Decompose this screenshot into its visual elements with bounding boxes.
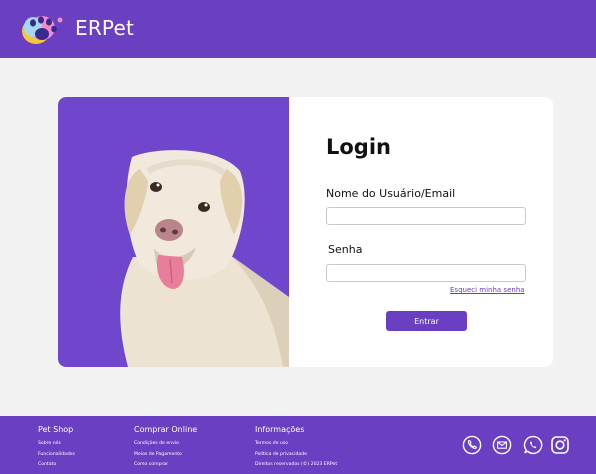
username-label: Nome do Usuário/Email xyxy=(326,187,456,200)
footer-copyright: Direitos reservados (©) 2023 ERPet xyxy=(255,462,338,467)
forgot-password-link[interactable]: Esqueci minha senha xyxy=(450,286,525,294)
footer: Pet Shop Sobre nós Funcionalidades Conta… xyxy=(0,416,596,474)
footer-link-terms[interactable]: Termos de uso xyxy=(255,439,337,450)
footer-column-title: Comprar Online xyxy=(134,425,198,434)
login-title: Login xyxy=(326,135,391,159)
paw-logo-icon[interactable] xyxy=(20,10,64,48)
email-icon[interactable] xyxy=(492,435,512,455)
login-card: Login Nome do Usuário/Email Senha Esquec… xyxy=(58,97,553,367)
footer-link-how-to-buy[interactable]: Como comprar xyxy=(134,460,197,471)
footer-column-title: Pet Shop xyxy=(38,425,74,434)
footer-link-privacy[interactable]: Política de privacidade xyxy=(255,450,337,461)
footer-link-features[interactable]: Funcionalidades xyxy=(38,450,75,461)
footer-link-about[interactable]: Sobre nós xyxy=(38,439,75,450)
whatsapp-icon[interactable] xyxy=(523,435,543,455)
footer-link-payment[interactable]: Meios de Pagamento xyxy=(134,450,197,461)
footer-link-shipping[interactable]: Condições de envio xyxy=(134,439,197,450)
password-input[interactable] xyxy=(326,264,526,282)
instagram-icon[interactable] xyxy=(550,435,570,455)
footer-column-buy-online: Comprar Online Condições de envio Meios … xyxy=(134,425,197,471)
username-input[interactable] xyxy=(326,207,526,225)
footer-link-contact[interactable]: Contato xyxy=(38,460,75,471)
phone-icon[interactable] xyxy=(462,435,482,455)
brand-name[interactable]: ERPet xyxy=(75,16,134,40)
footer-column-title: Informações xyxy=(255,425,305,434)
login-button[interactable]: Entrar xyxy=(386,311,467,331)
footer-column-information: Informações Termos de uso Política de pr… xyxy=(255,425,337,471)
top-bar: ERPet xyxy=(0,0,596,58)
password-label: Senha xyxy=(328,243,363,256)
labrador-dog-photo xyxy=(58,97,289,367)
footer-column-pet-shop: Pet Shop Sobre nós Funcionalidades Conta… xyxy=(38,425,75,471)
